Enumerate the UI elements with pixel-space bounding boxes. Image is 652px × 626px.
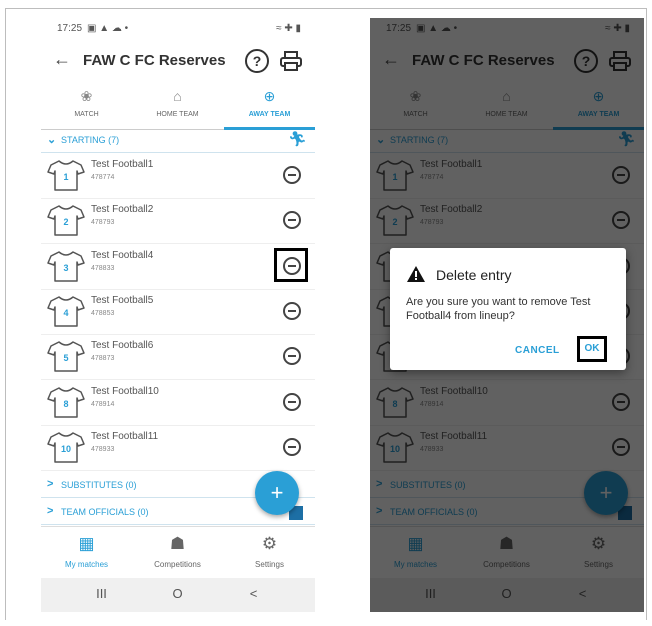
shirt-number: 3	[63, 262, 69, 273]
back-arrow-icon[interactable]: ←	[53, 49, 71, 70]
chevron-right-icon: >	[47, 478, 54, 490]
officials-label: TEAM OFFICIALS (0)	[61, 507, 149, 517]
plus-circle-icon: ⊕	[263, 88, 276, 104]
nav-settings[interactable]: ⚙ Settings	[224, 533, 315, 569]
page-title: FAW C FC Reserves	[83, 52, 226, 69]
shirt-icon: 2	[47, 204, 85, 237]
shirt-icon: 5	[47, 340, 85, 372]
nav-settings-label: Settings	[255, 560, 284, 569]
runner-icon[interactable]: 🏃︎	[288, 130, 307, 148]
screenshot-before-dialog: 17:25 ▣ ▲ ☁ • ≈ ✚ ▮ ← FAW C FC Reserves …	[41, 18, 315, 612]
shirt-number: 2	[63, 217, 69, 228]
player-name: Test Football10	[91, 385, 159, 397]
dialog-title: Delete entry	[436, 267, 512, 283]
remove-circle-icon[interactable]	[283, 301, 301, 320]
player-row[interactable]: 3 Test Football4 478833	[41, 244, 315, 290]
warning-icon	[407, 266, 425, 282]
remove-circle-icon[interactable]	[283, 211, 301, 230]
frame-top-line	[5, 8, 647, 9]
tab-home-team[interactable]: ⌂ HOME TEAM	[132, 86, 223, 130]
remove-circle-icon[interactable]	[283, 347, 301, 366]
tab-match[interactable]: ❀ MATCH	[41, 86, 132, 130]
starting-section-header[interactable]: ⌄ STARTING (7) 🏃︎	[41, 130, 315, 153]
bottom-nav: ▦ My matches ☗ Competitions ⚙ Settings	[41, 526, 315, 579]
player-id: 478853	[91, 309, 115, 317]
tab-match-label: MATCH	[74, 111, 99, 118]
substitutes-label: SUBSTITUTES (0)	[61, 480, 137, 490]
player-name: Test Football4	[91, 249, 154, 261]
shirt-icon: 1	[47, 159, 85, 191]
player-id: 478793	[91, 219, 115, 227]
highlight-box	[274, 247, 308, 282]
remove-circle-icon[interactable]	[283, 166, 301, 184]
shirt-number: 4	[63, 307, 69, 318]
back-button[interactable]: <	[208, 586, 299, 601]
shirt-icon: 3	[47, 250, 85, 282]
player-id: 478914	[91, 400, 115, 408]
status-right-icons: ≈ ✚ ▮	[276, 23, 301, 34]
remove-circle-icon[interactable]	[283, 437, 301, 456]
chevron-down-icon: ⌄	[47, 134, 57, 146]
shirt-number: 1	[63, 172, 69, 182]
gear-icon: ⚙	[261, 534, 278, 553]
player-row[interactable]: 10 Test Football11 478933	[41, 425, 315, 471]
player-name: Test Football1	[91, 159, 154, 170]
nav-my-matches-label: My matches	[64, 560, 109, 569]
nav-competitions[interactable]: ☗ Competitions	[132, 533, 223, 569]
starting-label: STARTING (7)	[61, 135, 120, 145]
status-left-icons: ▣ ▲ ☁ •	[87, 23, 129, 34]
help-icon[interactable]: ?	[245, 49, 269, 73]
tab-away-team-label: AWAY TEAM	[248, 111, 291, 118]
ball-icon: ❀	[80, 88, 93, 104]
player-id: 478873	[91, 355, 115, 363]
app-bar: ← FAW C FC Reserves ?	[41, 40, 315, 82]
add-fab-button[interactable]: +	[255, 471, 299, 515]
dialog-message: Are you sure you want to remove Test Foo…	[406, 296, 591, 322]
ok-button[interactable]: OK	[577, 336, 607, 362]
player-name: Test Football11	[91, 430, 159, 442]
status-time: 17:25	[57, 23, 83, 34]
player-id: 478933	[91, 445, 115, 453]
tab-away-team[interactable]: ⊕ AWAY TEAM	[224, 86, 315, 130]
calendar-icon: ▦	[78, 534, 95, 553]
player-name: Test Football2	[91, 204, 154, 216]
frame-left-line	[5, 8, 6, 620]
cancel-button[interactable]: CANCEL	[515, 345, 560, 356]
home-icon: ⌂	[173, 88, 182, 104]
player-name: Test Football6	[91, 340, 154, 352]
shirt-icon: 4	[47, 295, 85, 327]
tab-home-team-label: HOME TEAM	[156, 111, 199, 118]
nav-my-matches[interactable]: ▦ My matches	[41, 533, 132, 569]
system-nav-bar: III O <	[41, 578, 315, 612]
status-bar: 17:25 ▣ ▲ ☁ • ≈ ✚ ▮	[41, 18, 315, 40]
shirt-icon: 8	[47, 386, 85, 418]
player-row[interactable]: 8 Test Football10 478914	[41, 380, 315, 426]
trophy-icon: ☗	[169, 534, 186, 553]
player-row[interactable]: 2 Test Football2 478793	[41, 198, 315, 245]
remove-circle-icon[interactable]	[283, 392, 301, 411]
shirt-icon: 10	[47, 431, 85, 463]
shirt-number: 8	[63, 398, 69, 409]
frame-right-line	[646, 8, 647, 620]
nav-competitions-label: Competitions	[154, 560, 201, 569]
player-row[interactable]: 5 Test Football6 478873	[41, 334, 315, 381]
shirt-number: 5	[63, 353, 69, 364]
player-row[interactable]: 1 Test Football1 478774	[41, 153, 315, 199]
printer-icon[interactable]	[279, 50, 303, 72]
delete-entry-dialog: Delete entry Are you sure you want to re…	[390, 248, 626, 370]
shirt-number: 10	[60, 443, 71, 454]
screenshot-with-dialog: 17:25 ▣ ▲ ☁ • ≈ ✚ ▮ ← FAW C FC Reserves …	[370, 18, 644, 612]
player-id: 478833	[91, 264, 115, 272]
player-name: Test Football5	[91, 294, 154, 306]
team-tabs: ❀ MATCH ⌂ HOME TEAM ⊕ AWAY TEAM	[41, 86, 315, 130]
player-id: 478774	[91, 174, 115, 181]
player-row[interactable]: 4 Test Football5 478853	[41, 289, 315, 335]
chevron-right-icon: >	[47, 505, 54, 517]
